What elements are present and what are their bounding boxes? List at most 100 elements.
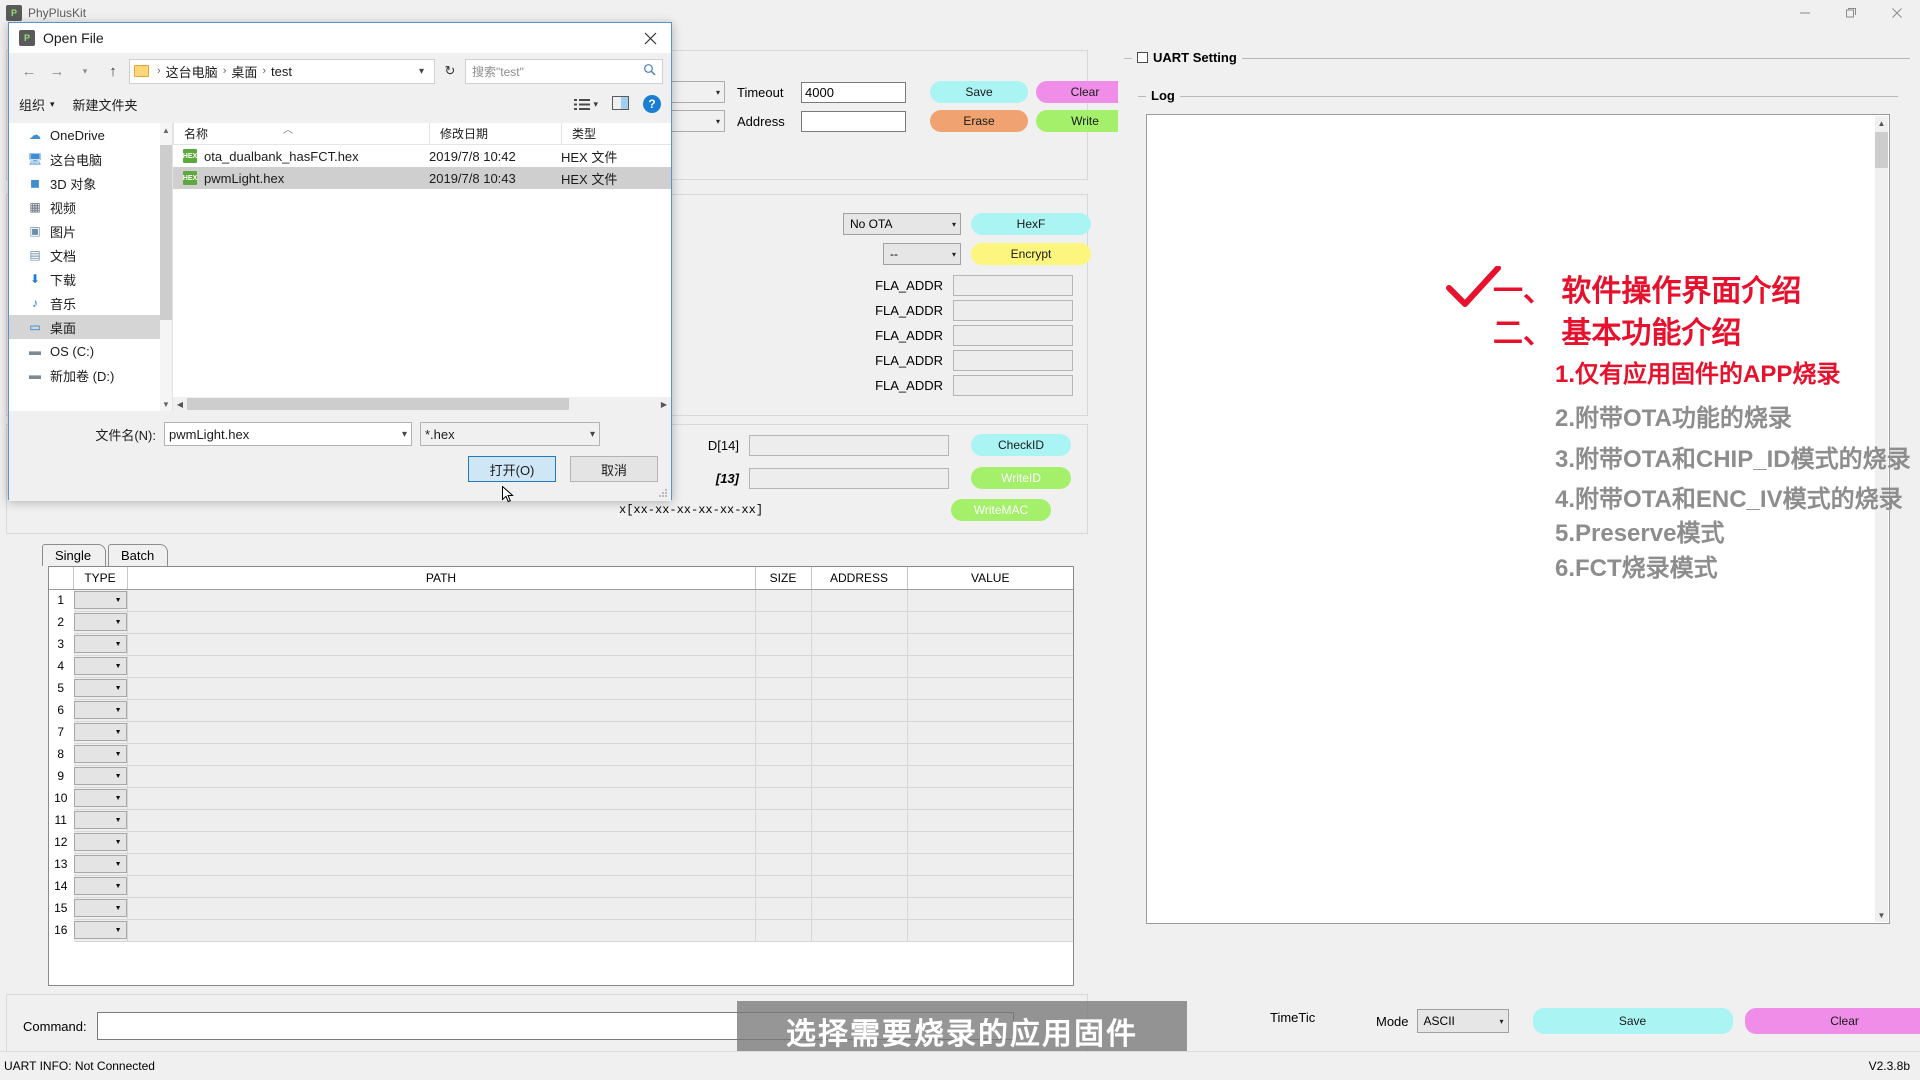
row-address-cell[interactable]: [811, 765, 908, 788]
refresh-icon[interactable]: ↻: [439, 59, 461, 84]
place-item-8[interactable]: ▭ 桌面: [9, 315, 172, 339]
fla-addr-input[interactable]: [953, 275, 1073, 296]
filetype-select[interactable]: *.hex ▾: [420, 422, 600, 446]
row-value-cell[interactable]: [907, 853, 1073, 876]
log-save-button[interactable]: Save: [1532, 1008, 1733, 1034]
row-address-cell[interactable]: [811, 677, 908, 700]
log-clear-button[interactable]: Clear: [1744, 1008, 1920, 1034]
view-mode-button[interactable]: ▾: [574, 98, 598, 111]
row-address-cell[interactable]: [811, 699, 908, 722]
table-row[interactable]: 9 ▼: [49, 765, 1073, 788]
row-path-cell[interactable]: [127, 655, 756, 678]
scroll-up-icon[interactable]: ▲: [160, 123, 172, 137]
row-address-cell[interactable]: [811, 853, 908, 876]
fla-addr-input[interactable]: [953, 350, 1073, 371]
row-address-cell[interactable]: [811, 875, 908, 898]
ota-mode-select[interactable]: No OTA ▾: [843, 213, 961, 235]
column-type[interactable]: 类型: [561, 122, 671, 145]
type-select[interactable]: ▼: [73, 767, 127, 785]
row-address-cell[interactable]: [811, 589, 908, 612]
cancel-button[interactable]: 取消: [570, 456, 658, 482]
place-item-2[interactable]: ◼ 3D 对象: [9, 171, 172, 195]
chevron-down-icon[interactable]: ▾: [402, 429, 407, 440]
type-select[interactable]: ▼: [73, 789, 127, 807]
row-size-cell[interactable]: [755, 677, 812, 700]
row-type-cell[interactable]: ▼: [73, 743, 128, 766]
recent-locations-icon[interactable]: ▾: [73, 59, 97, 83]
row-value-cell[interactable]: [907, 633, 1073, 656]
col-size[interactable]: SIZE: [755, 567, 812, 590]
preview-pane-icon[interactable]: [612, 95, 629, 113]
type-select[interactable]: ▼: [73, 811, 127, 829]
row-address-cell[interactable]: [811, 721, 908, 744]
writeid-button[interactable]: WriteID: [971, 467, 1071, 489]
fla-addr-input[interactable]: [953, 300, 1073, 321]
row-path-cell[interactable]: [127, 743, 756, 766]
scroll-down-icon[interactable]: ▼: [160, 397, 172, 411]
col-type[interactable]: TYPE: [73, 567, 128, 590]
col-path[interactable]: PATH: [127, 567, 756, 590]
row-type-cell[interactable]: ▼: [73, 677, 128, 700]
address-input[interactable]: [801, 110, 906, 132]
search-input[interactable]: 搜索"test": [465, 58, 663, 84]
column-date[interactable]: 修改日期: [429, 122, 561, 145]
table-row[interactable]: 15 ▼: [49, 897, 1073, 920]
row-type-cell[interactable]: ▼: [73, 699, 128, 722]
place-item-0[interactable]: ☁ OneDrive: [9, 123, 172, 147]
resize-grip-icon[interactable]: [658, 488, 668, 498]
row-address-cell[interactable]: [811, 743, 908, 766]
scroll-left-icon[interactable]: ◀: [173, 400, 187, 409]
row-type-cell[interactable]: ▼: [73, 633, 128, 656]
file-row[interactable]: HEX pwmLight.hex 2019/7/8 10:43 HEX 文件: [173, 167, 671, 189]
file-list-hscrollbar[interactable]: ◀ ▶: [173, 397, 671, 411]
row-size-cell[interactable]: [755, 787, 812, 810]
row-size-cell[interactable]: [755, 589, 812, 612]
row-path-cell[interactable]: [127, 809, 756, 832]
hscrollbar-thumb[interactable]: [187, 398, 569, 410]
type-select[interactable]: ▼: [73, 723, 127, 741]
row-size-cell[interactable]: [755, 655, 812, 678]
table-row[interactable]: 8 ▼: [49, 743, 1073, 766]
row-path-cell[interactable]: [127, 831, 756, 854]
row-size-cell[interactable]: [755, 743, 812, 766]
hexf-button[interactable]: HexF: [971, 213, 1091, 235]
row-type-cell[interactable]: ▼: [73, 721, 128, 744]
type-select[interactable]: ▼: [73, 833, 127, 851]
place-item-5[interactable]: ▤ 文档: [9, 243, 172, 267]
tab-batch[interactable]: Batch: [108, 544, 168, 566]
file-row[interactable]: HEX ota_dualbank_hasFCT.hex 2019/7/8 10:42…: [173, 145, 671, 167]
row-value-cell[interactable]: [907, 743, 1073, 766]
encrypt-button[interactable]: Encrypt: [971, 243, 1091, 265]
row-size-cell[interactable]: [755, 897, 812, 920]
row-path-cell[interactable]: [127, 611, 756, 634]
row-size-cell[interactable]: [755, 875, 812, 898]
save-button[interactable]: Save: [930, 81, 1028, 103]
row-path-cell[interactable]: [127, 787, 756, 810]
uart-setting-checkbox[interactable]: [1137, 52, 1148, 63]
checkid-button[interactable]: CheckID: [971, 434, 1071, 456]
table-row[interactable]: 5 ▼: [49, 677, 1073, 700]
row-size-cell[interactable]: [755, 611, 812, 634]
scrollbar-thumb[interactable]: [160, 145, 172, 320]
row-address-cell[interactable]: [811, 809, 908, 832]
row-path-cell[interactable]: [127, 589, 756, 612]
row-size-cell[interactable]: [755, 831, 812, 854]
table-row[interactable]: 11 ▼: [49, 809, 1073, 832]
row-type-cell[interactable]: ▼: [73, 875, 128, 898]
table-row[interactable]: 10 ▼: [49, 787, 1073, 810]
row-value-cell[interactable]: [907, 721, 1073, 744]
row-type-cell[interactable]: ▼: [73, 831, 128, 854]
timeout-input[interactable]: 4000: [801, 81, 906, 103]
row-address-cell[interactable]: [811, 897, 908, 920]
chevron-down-icon[interactable]: ▾: [590, 429, 595, 440]
tab-single[interactable]: Single: [42, 544, 106, 566]
type-select[interactable]: ▼: [73, 701, 127, 719]
row-size-cell[interactable]: [755, 919, 812, 942]
row-size-cell[interactable]: [755, 853, 812, 876]
breadcrumb[interactable]: › 这台电脑 › 桌面 › test ▾: [129, 58, 435, 84]
row-value-cell[interactable]: [907, 919, 1073, 942]
table-row[interactable]: 12 ▼: [49, 831, 1073, 854]
row-address-cell[interactable]: [811, 655, 908, 678]
row-type-cell[interactable]: ▼: [73, 787, 128, 810]
chipid-input[interactable]: [749, 434, 949, 456]
